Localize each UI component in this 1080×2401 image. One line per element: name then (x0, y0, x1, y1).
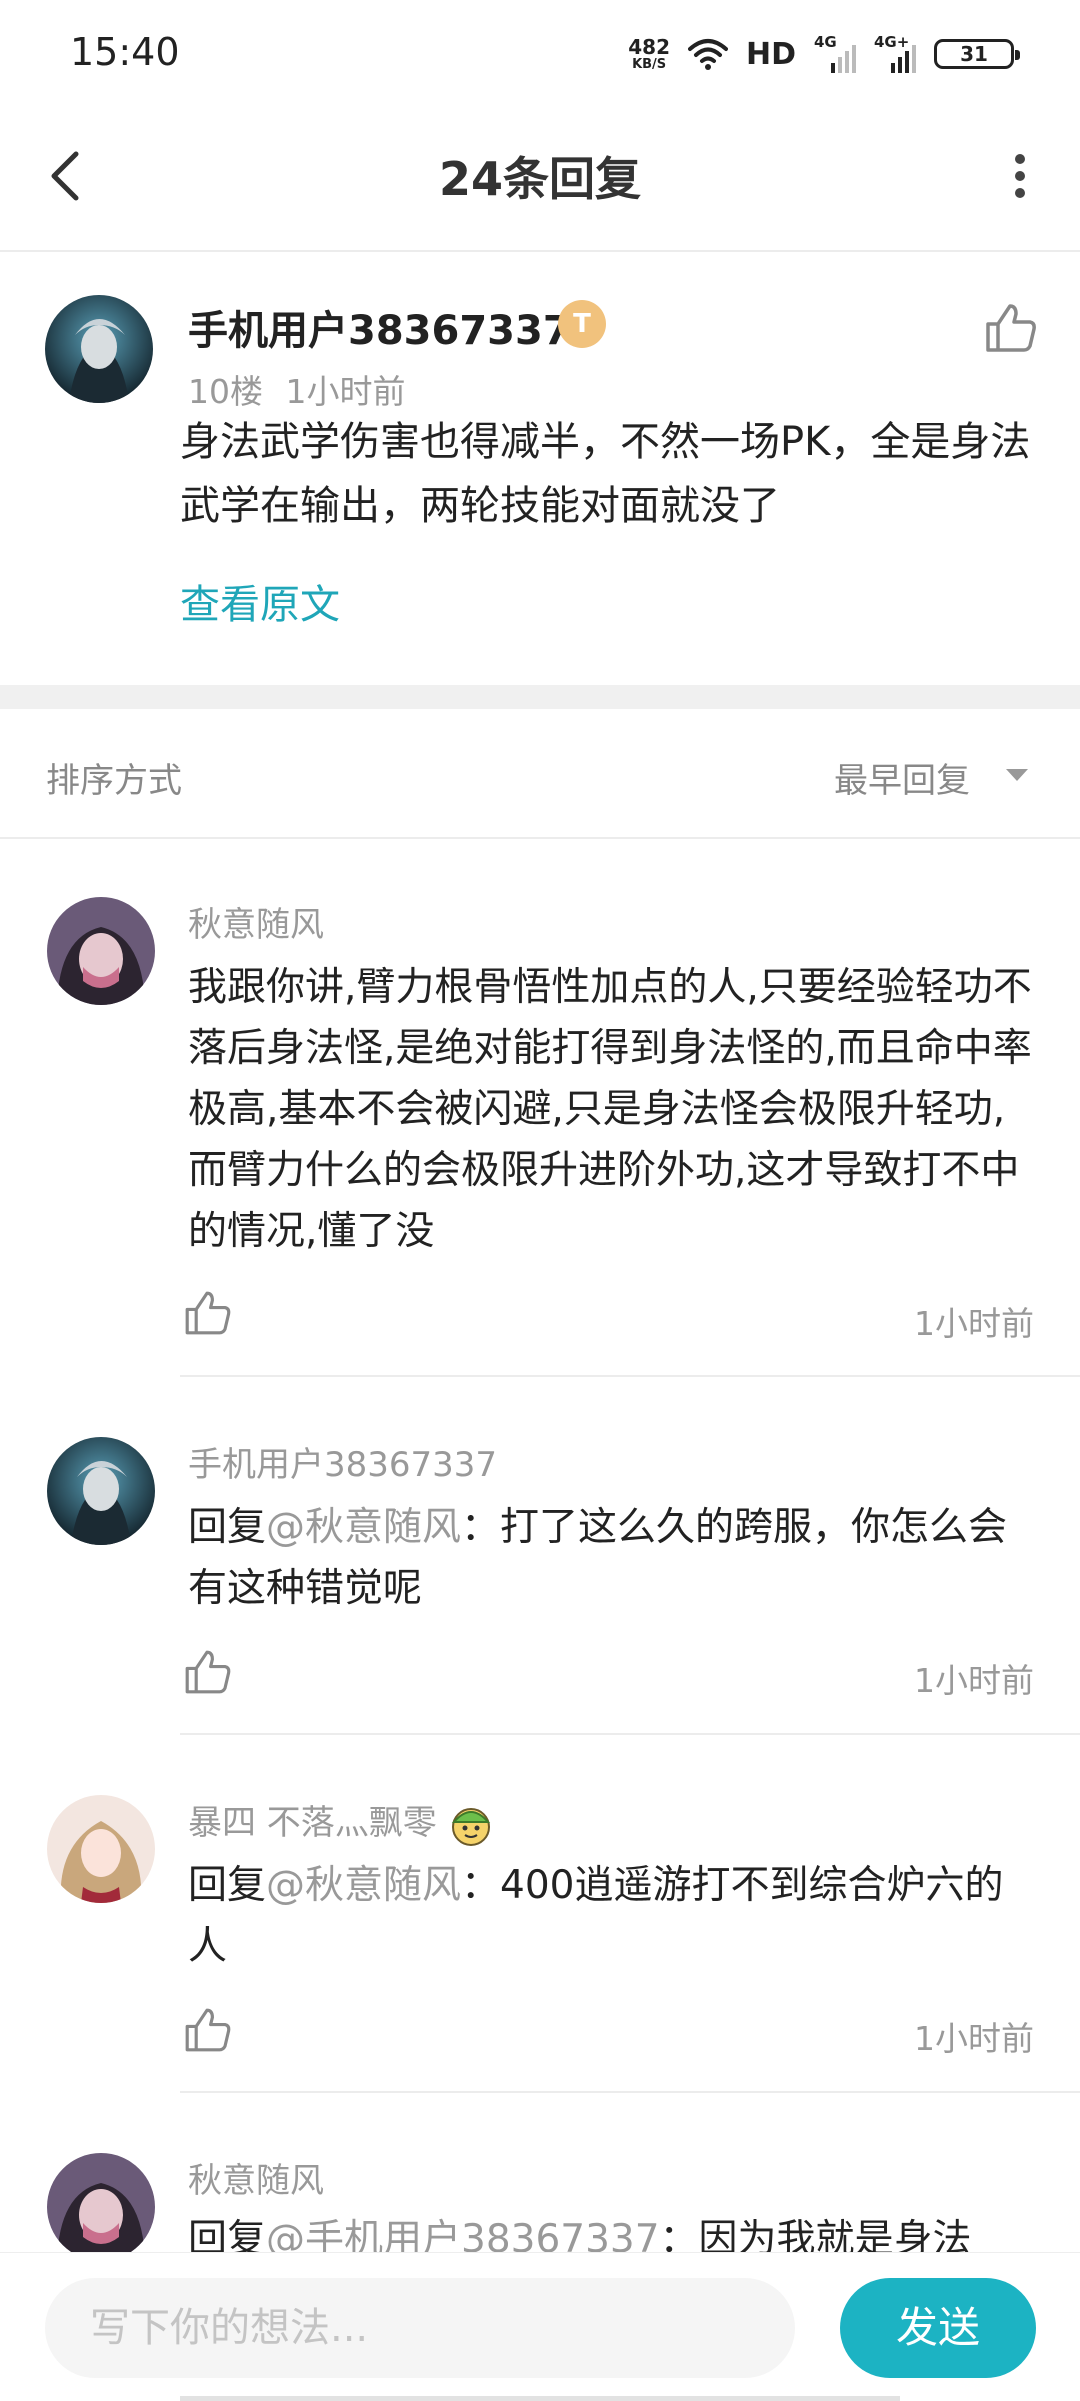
like-button[interactable] (180, 2003, 234, 2057)
home-indicator (180, 2396, 900, 2401)
user-avatar-image (47, 1795, 155, 1903)
avatar[interactable] (47, 2153, 155, 2261)
page-title: 24条回复 (438, 152, 641, 206)
status-time: 15:40 (70, 30, 180, 74)
signal-sim2-icon: 4G+ (874, 33, 916, 73)
reply-text: 回复@秋意随风：打了这么久的跨服，你怎么会有这种错觉呢 (188, 1497, 1038, 1619)
sort-bar: 排序方式 最早回复 (0, 709, 1080, 839)
level-badge: T (558, 300, 606, 348)
send-button[interactable]: 发送 (840, 2278, 1036, 2378)
comment-time: 1小时前 (285, 372, 406, 411)
network-speed: 482 KB/S (628, 34, 670, 72)
wifi-icon (687, 39, 728, 70)
avatar[interactable] (47, 897, 155, 1005)
reply-username[interactable]: 秋意随风 (188, 897, 324, 946)
avatar[interactable] (45, 295, 153, 403)
reply-text: 我跟你讲,臂力根骨悟性加点的人,只要经验轻功不落后身法怪,是绝对能打得到身法怪的… (188, 965, 1032, 1254)
user-avatar-image (47, 897, 155, 1005)
reply-username[interactable]: 手机用户38367337 (188, 1437, 497, 1486)
thumbs-up-icon (185, 1650, 231, 1694)
comment-username[interactable]: 手机用户38367337 (188, 298, 571, 356)
sort-label: 排序方式 (46, 761, 182, 801)
reply-item: 暴四 不落灬飘零 回复@秋意随风：400逍遥游打不到综合炉六的人 1小时前 (0, 1735, 1080, 2093)
comment-composer: 发送 (0, 2252, 1080, 2401)
caret-down-icon[interactable] (1006, 769, 1028, 781)
reply-time: 1小时前 (914, 2019, 1034, 2058)
reply-time: 1小时前 (914, 1304, 1034, 1343)
status-icons: 482 KB/S HD 4G 4G+ 31 (628, 30, 1020, 78)
battery-icon: 31 (934, 39, 1020, 69)
reply-item: 秋意随风 我跟你讲,臂力根骨悟性加点的人,只要经验轻功不落后身法怪,是绝对能打得… (0, 837, 1080, 1377)
emoji-icon (451, 1807, 490, 1846)
avatar[interactable] (47, 1795, 155, 1903)
avatar[interactable] (47, 1437, 155, 1545)
like-button[interactable] (180, 1286, 234, 1340)
original-comment: 手机用户38367337 T 10楼 1小时前 身法武学伤害也得减半，不然一场P… (0, 250, 1080, 685)
signal-sim1-icon: 4G (814, 33, 856, 73)
user-avatar-image (47, 1437, 155, 1545)
status-bar: 15:40 482 KB/S HD 4G 4G+ 31 (0, 0, 1080, 105)
thumbs-up-icon (185, 1291, 231, 1335)
mention-link[interactable]: @秋意随风 (266, 1863, 461, 1908)
more-vertical-icon (1015, 154, 1025, 198)
reply-username[interactable]: 秋意随风 (188, 2153, 324, 2202)
reply-prefix: 回复 (188, 1505, 267, 1550)
sort-dropdown[interactable]: 最早回复 (834, 753, 970, 802)
reply-text: 回复@秋意随风：400逍遥游打不到综合炉六的人 (188, 1855, 1038, 1977)
floor-number: 10楼 (188, 372, 263, 411)
thumbs-up-icon (185, 2008, 231, 2052)
reply-prefix: 回复 (188, 1863, 267, 1908)
comment-meta: 10楼 1小时前 (188, 365, 406, 413)
reply-item: 手机用户38367337 回复@秋意随风：打了这么久的跨服，你怎么会有这种错觉呢… (0, 1377, 1080, 1735)
comment-text: 身法武学伤害也得减半，不然一场PK，全是身法武学在输出，两轮技能对面就没了 (180, 419, 1031, 529)
view-original-link[interactable]: 查看原文 (180, 572, 340, 630)
section-divider (0, 685, 1080, 709)
like-button[interactable] (980, 298, 1040, 358)
thumbs-up-icon (986, 304, 1036, 352)
top-nav-bar: 24条回复 (0, 105, 1080, 252)
reply-username[interactable]: 暴四 不落灬飘零 (188, 1795, 494, 1848)
user-avatar-image (45, 295, 153, 403)
comment-input[interactable] (45, 2278, 795, 2378)
mention-link[interactable]: @秋意随风 (266, 1505, 461, 1550)
hd-indicator: HD (745, 36, 796, 72)
user-avatar-image (47, 2153, 155, 2261)
reply-time: 1小时前 (914, 1661, 1034, 1700)
like-button[interactable] (180, 1645, 234, 1699)
more-options-button[interactable] (990, 140, 1050, 210)
